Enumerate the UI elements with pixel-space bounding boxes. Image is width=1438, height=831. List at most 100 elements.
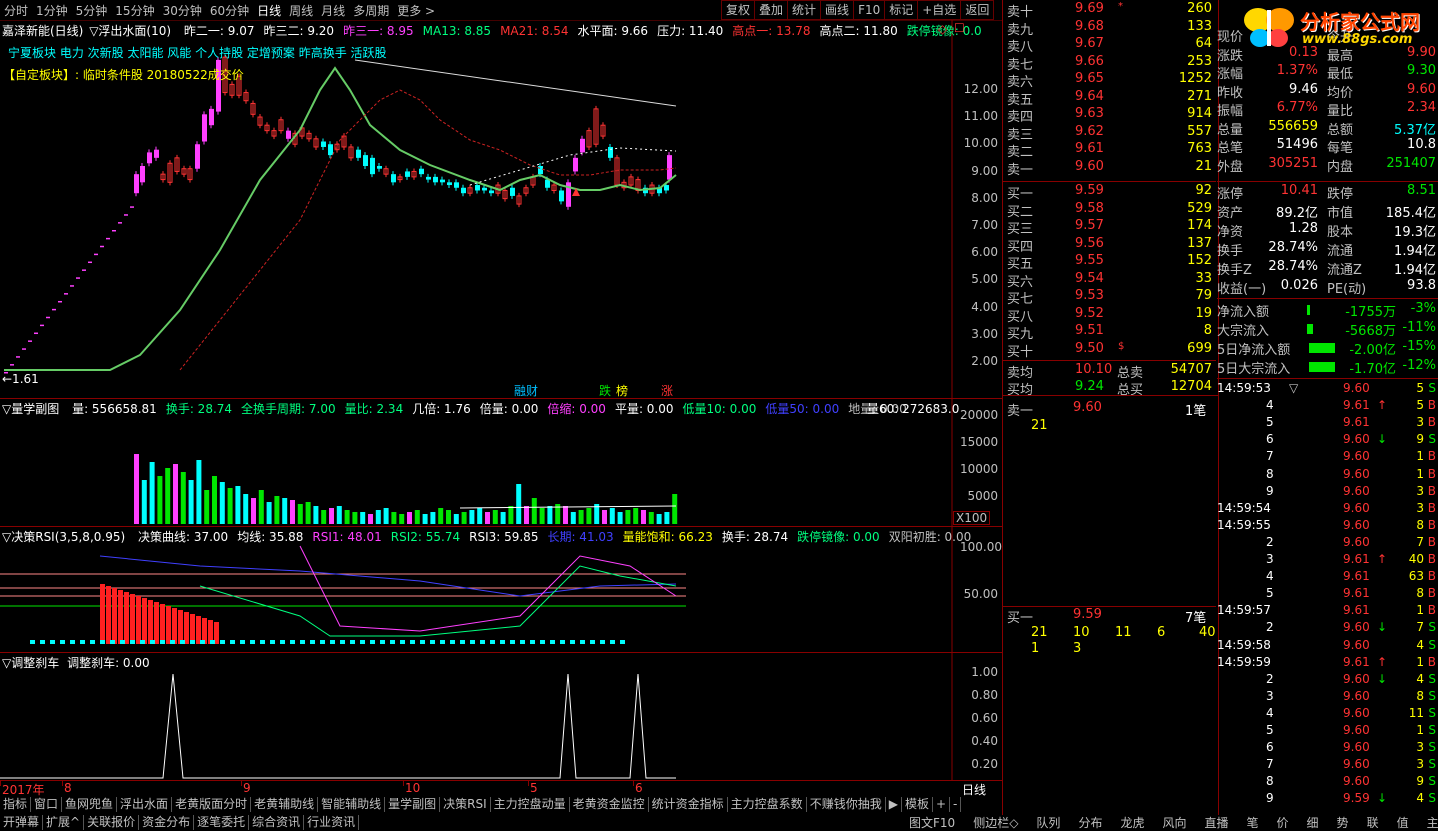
brake-panel[interactable]: ▽调整刹车 调整刹车: 0.00 1.00 0.80 0.60 0.40 0.20 xyxy=(0,652,1002,780)
order-level[interactable]: 买一 9.59 92 xyxy=(1003,183,1216,202)
toolbar-button-0[interactable]: 复权 xyxy=(721,0,756,20)
indicator-tab-7[interactable]: 量学副图 xyxy=(385,796,441,812)
right-status-tab-11[interactable]: 联 xyxy=(1358,814,1388,831)
indicator-tab-0[interactable]: 指标 xyxy=(0,796,32,812)
toolbar-button-6[interactable]: +自选 xyxy=(917,0,962,20)
indicator-tab-4[interactable]: 老黄版面分时 xyxy=(172,796,252,812)
rsi-title[interactable]: ▽决策RSI(3,5,8,0.95) xyxy=(2,530,125,544)
status-tab-5[interactable]: 综合资讯 xyxy=(249,815,305,830)
period-tab-1[interactable]: 1分钟 xyxy=(32,2,72,19)
order-level[interactable]: 买二 9.58 529 xyxy=(1003,201,1216,220)
right-status-tab-9[interactable]: 细 xyxy=(1298,814,1328,831)
tick-row[interactable]: 6 9.60 ↓ 9 S xyxy=(1217,432,1438,449)
toolbar-button-7[interactable]: 返回 xyxy=(960,0,995,20)
right-status-tab-5[interactable]: 风向 xyxy=(1153,814,1195,831)
tick-row[interactable]: 4 9.60 11 S xyxy=(1217,706,1438,723)
right-status-tab-0[interactable]: 图文F10 xyxy=(900,814,964,831)
order-level[interactable]: 卖十 9.69 * 260 xyxy=(1003,1,1216,20)
right-status-tab-13[interactable]: 主 xyxy=(1418,814,1438,831)
order-level[interactable]: 卖一 9.60 21 xyxy=(1003,159,1216,178)
indicator-tab-3[interactable]: 浮出水面 xyxy=(117,796,173,812)
order-level[interactable]: 买十 9.50 $699 xyxy=(1003,341,1216,360)
order-level[interactable]: 买四 9.56 137 xyxy=(1003,236,1216,255)
tick-row[interactable]: 14:59:57 9.61 1 B xyxy=(1217,603,1438,620)
order-level[interactable]: 卖三 9.62 557 xyxy=(1003,124,1216,143)
status-tab-0[interactable]: 开弹幕 xyxy=(0,815,44,830)
tick-row[interactable]: 14:59:53 ▽ 9.60 5 S xyxy=(1217,381,1438,398)
indicator-tab-16[interactable]: + xyxy=(933,796,951,812)
order-level[interactable]: 买九 9.51 8 xyxy=(1003,323,1216,342)
period-tab-2[interactable]: 5分钟 xyxy=(72,2,112,19)
tick-row[interactable]: 7 9.60 3 S xyxy=(1217,757,1438,774)
indicator-tab-8[interactable]: 决策RSI xyxy=(440,796,491,812)
tick-row[interactable]: 14:59:54 9.60 3 B xyxy=(1217,501,1438,518)
right-status-tab-10[interactable]: 势 xyxy=(1328,814,1358,831)
tick-row[interactable]: 9 9.60 3 B xyxy=(1217,484,1438,501)
volume-panel[interactable]: ▽量学副图 量: 556658.81 换手: 28.74 全换手周期: 7.00 量比… xyxy=(0,398,1002,527)
tick-row[interactable]: 6 9.60 3 S xyxy=(1217,740,1438,757)
toolbar-button-3[interactable]: 画线 xyxy=(820,0,855,20)
indicator-tab-14[interactable]: ▶ xyxy=(886,796,902,812)
event-badge[interactable]: 榜 xyxy=(616,382,628,399)
order-level[interactable]: 卖六 9.65 1252 xyxy=(1003,71,1216,90)
order-level[interactable]: 卖二 9.61 763 xyxy=(1003,141,1216,160)
indicator-tab-6[interactable]: 智能辅助线 xyxy=(318,796,386,812)
order-level[interactable]: 买六 9.54 33 xyxy=(1003,271,1216,290)
status-tab-3[interactable]: 资金分布 xyxy=(139,815,195,830)
period-tab-8[interactable]: 月线 xyxy=(317,2,349,19)
period-tab-5[interactable]: 60分钟 xyxy=(206,2,253,19)
right-status-tab-1[interactable]: 侧边栏◇ xyxy=(964,814,1027,831)
tick-row[interactable]: 14:59:59 9.61 ↑ 1 B xyxy=(1217,655,1438,672)
order-level[interactable]: 买七 9.53 79 xyxy=(1003,288,1216,307)
main-chart-panel[interactable]: 嘉泽新能(日线) ▽浮出水面(10) 昨二一: 9.07 昨三二: 9.20 昨三一… xyxy=(0,20,1002,399)
status-tab-1[interactable]: 扩展^ xyxy=(43,815,85,830)
order-level[interactable]: 买三 9.57 174 xyxy=(1003,218,1216,237)
order-level[interactable]: 买五 9.55 152 xyxy=(1003,253,1216,272)
indicator-name[interactable]: ▽浮出水面(10) xyxy=(89,24,171,38)
right-status-tab-12[interactable]: 值 xyxy=(1388,814,1418,831)
event-badge[interactable]: 融财 xyxy=(514,382,538,399)
indicator-tab-1[interactable]: 窗口 xyxy=(31,796,63,812)
period-tab-10[interactable]: 更多 > xyxy=(393,2,439,19)
custom-sector-line[interactable]: 【自定板块】: 临时条件股 20180522成交价 xyxy=(3,66,244,83)
indicator-tab-13[interactable]: 不赚钱你抽我 xyxy=(807,796,886,812)
order-level[interactable]: 买八 9.52 19 xyxy=(1003,306,1216,325)
period-tab-6[interactable]: 日线 xyxy=(253,2,285,19)
right-status-tab-2[interactable]: 队列 xyxy=(1027,814,1069,831)
window-icon[interactable]: ☐ xyxy=(954,21,965,35)
settings-icon[interactable]: ◇ xyxy=(938,22,947,36)
tick-row[interactable]: 7 9.60 1 B xyxy=(1217,449,1438,466)
event-badge[interactable]: 涨 xyxy=(661,382,673,399)
tick-row[interactable]: 4 9.61 63 B xyxy=(1217,569,1438,586)
toolbar-button-4[interactable]: F10 xyxy=(853,0,886,20)
brake-chart[interactable] xyxy=(0,652,1002,780)
right-status-tab-3[interactable]: 分布 xyxy=(1069,814,1111,831)
tick-row[interactable]: 14:59:58 9.60 4 S xyxy=(1217,638,1438,655)
status-tab-4[interactable]: 逐笔委托 xyxy=(194,815,250,830)
indicator-tab-9[interactable]: 主力控盘动量 xyxy=(491,796,570,812)
volume-chart[interactable] xyxy=(0,398,1002,526)
event-badge[interactable]: 跌 xyxy=(599,382,611,399)
order-level[interactable]: 卖四 9.63 914 xyxy=(1003,106,1216,125)
status-tab-6[interactable]: 行业资讯 xyxy=(304,815,360,830)
status-tab-2[interactable]: 关联报价 xyxy=(84,815,140,830)
right-status-tab-6[interactable]: 直播 xyxy=(1195,814,1237,831)
tick-row[interactable]: 4 9.61 ↑ 5 B xyxy=(1217,398,1438,415)
tick-row[interactable]: 5 9.61 8 B xyxy=(1217,586,1438,603)
tick-row[interactable]: 14:59:55 9.60 8 B xyxy=(1217,518,1438,535)
toolbar-button-2[interactable]: 统计 xyxy=(787,0,822,20)
period-tab-9[interactable]: 多周期 xyxy=(349,2,393,19)
tick-row[interactable]: 2 9.60 ↓ 7 S xyxy=(1217,620,1438,637)
order-level[interactable]: 卖八 9.67 64 xyxy=(1003,36,1216,55)
order-level[interactable]: 卖五 9.64 271 xyxy=(1003,89,1216,108)
toolbar-button-5[interactable]: 标记 xyxy=(884,0,919,20)
tick-row[interactable]: 3 9.60 8 S xyxy=(1217,689,1438,706)
tick-row[interactable]: 2 9.60 ↓ 4 S xyxy=(1217,672,1438,689)
period-tab-4[interactable]: 30分钟 xyxy=(159,2,206,19)
tick-row[interactable]: 2 9.60 7 B xyxy=(1217,535,1438,552)
tick-row[interactable]: 9 9.59 ↓ 4 S xyxy=(1217,791,1438,808)
period-tab-0[interactable]: 分时 xyxy=(0,2,32,19)
indicator-tab-10[interactable]: 老黄资金监控 xyxy=(570,796,649,812)
sector-line[interactable]: 宁夏板块 电力 次新股 太阳能 风能 个人持股 定增预案 昨高换手 活跃股 xyxy=(8,44,387,61)
order-level[interactable]: 卖七 9.66 253 xyxy=(1003,54,1216,73)
